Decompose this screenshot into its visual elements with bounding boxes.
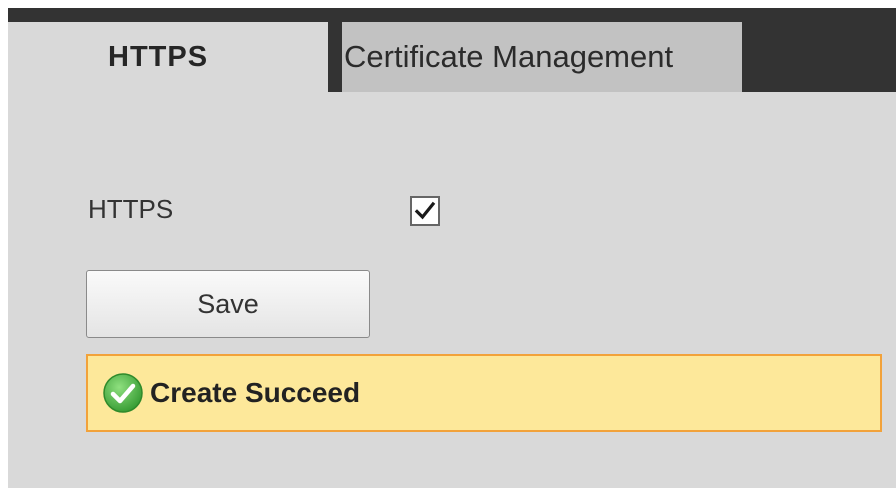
checkmark-icon bbox=[414, 201, 436, 220]
https-checkbox[interactable] bbox=[410, 196, 440, 226]
save-button[interactable]: Save bbox=[86, 270, 370, 338]
tab-https-label: HTTPS bbox=[108, 40, 209, 73]
tab-certificate-management-label: Certificate Management bbox=[344, 39, 674, 74]
tab-certificate-management[interactable]: Certificate Management bbox=[342, 22, 742, 92]
notice-message: Create Succeed bbox=[150, 377, 361, 408]
https-label: HTTPS bbox=[88, 194, 174, 224]
tab-https[interactable]: HTTPS bbox=[8, 22, 328, 92]
tab-bar: HTTPS Certificate Management bbox=[8, 8, 896, 92]
https-settings-panel: HTTPS Certificate Management HTTPS Save … bbox=[8, 8, 896, 488]
success-check-icon bbox=[103, 373, 143, 413]
status-notice: Create Succeed bbox=[86, 354, 882, 432]
